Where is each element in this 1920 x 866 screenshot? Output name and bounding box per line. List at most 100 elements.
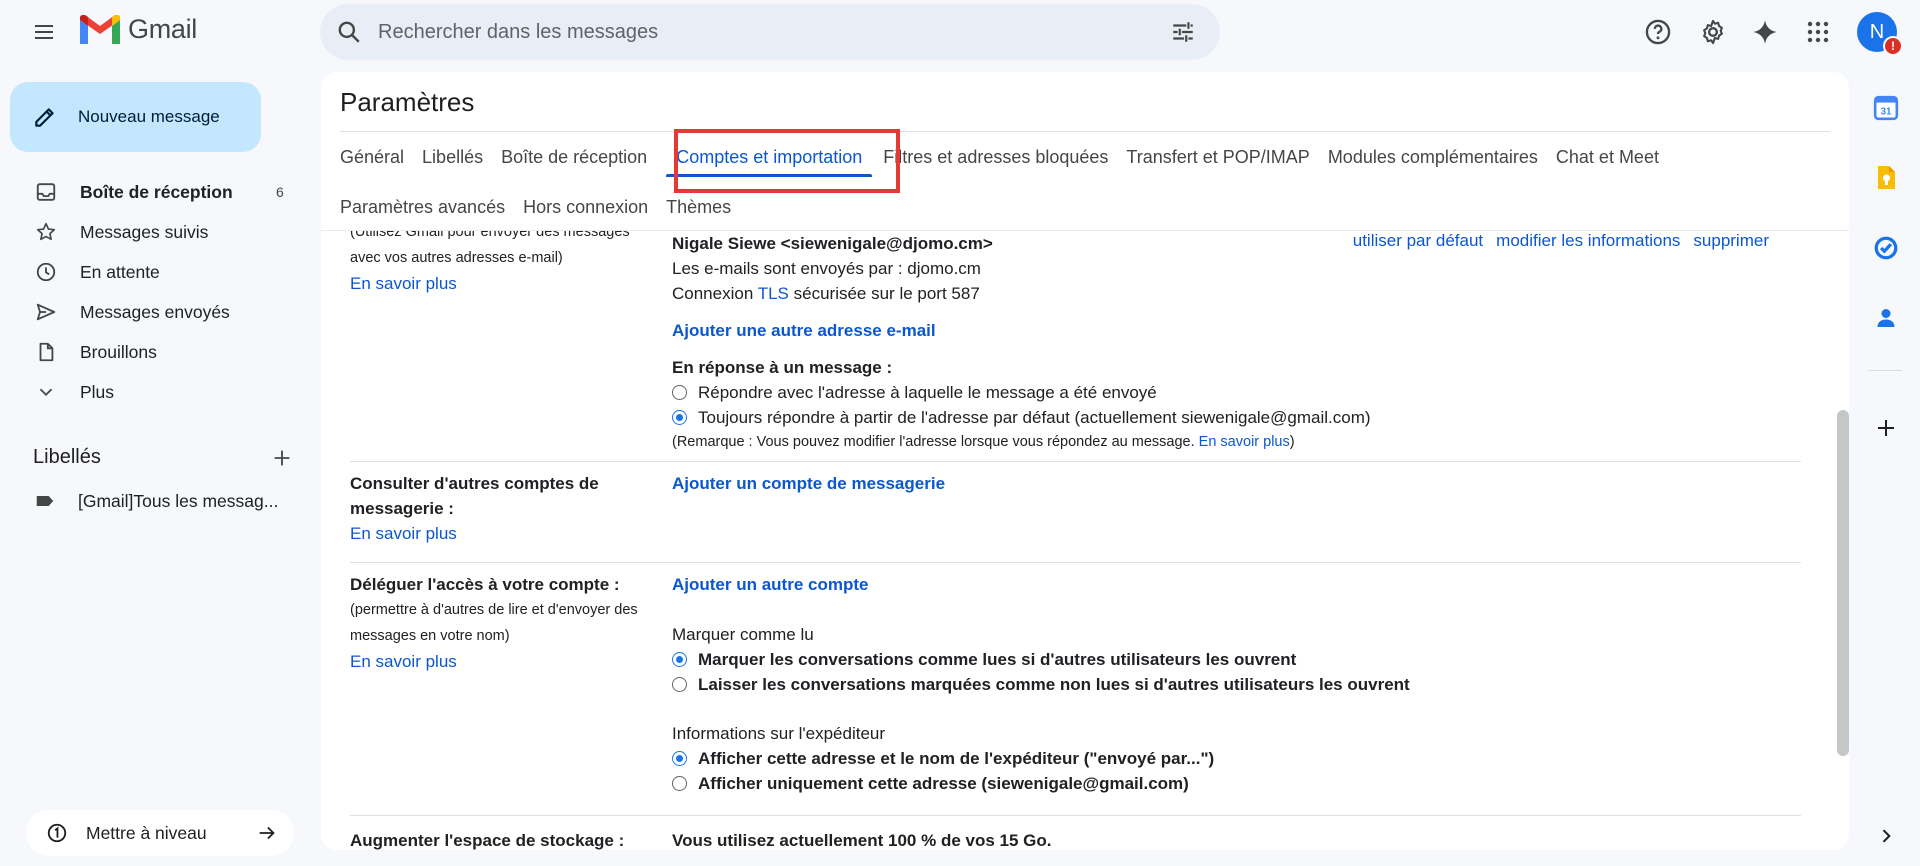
storage-usage: Vous utilisez actuellement 100 % de vos … [672,831,1052,850]
tls-link[interactable]: TLS [758,284,789,303]
delegate-learn-more-link[interactable]: En savoir plus [350,652,457,671]
apps-grid-icon [1807,21,1829,43]
tab-addons[interactable]: Modules complémentaires [1319,137,1547,177]
check-mail-section: Consulter d'autres comptes de messagerie… [350,462,1801,563]
plus-icon [1878,420,1894,436]
send-as-learn-more-link[interactable]: En savoir plus [350,274,457,293]
radio-button-selected[interactable] [672,410,687,425]
storage-title: Augmenter l'espace de stockage : [350,831,625,850]
account-avatar[interactable]: N ! [1857,12,1903,56]
main-menu-button[interactable] [24,12,64,52]
labels-header: Libellés [33,446,293,469]
check-mail-learn-more-link[interactable]: En savoir plus [350,521,650,546]
add-email-address-link[interactable]: Ajouter une autre adresse e-mail [672,321,936,340]
sidebar-item-label: Messages envoyés [80,301,230,322]
chevron-down-icon [39,388,53,397]
tab-accounts-import[interactable]: Comptes et importation [656,137,882,177]
apps-button[interactable] [1798,12,1838,52]
sidebar-item-more[interactable]: Plus [0,372,296,412]
delegate-title: Déléguer l'accès à votre compte : [350,575,620,594]
search-bar[interactable]: Rechercher dans les messages [320,4,1220,60]
sidebar-item-label: Messages suivis [80,221,209,242]
sidebar-item-label: Plus [80,381,115,402]
support-button[interactable] [1638,12,1678,52]
keep-app-button[interactable] [1870,162,1902,194]
star-icon [36,222,56,241]
tab-filters[interactable]: Filtres et adresses bloquées [882,137,1117,177]
connection-prefix: Connexion [672,284,754,303]
show-side-panel-button[interactable] [1870,820,1902,852]
radio-button[interactable] [672,776,687,791]
compose-button[interactable]: Nouveau message [10,82,261,152]
tasks-app-button[interactable] [1870,232,1902,264]
settings-content: (Utilisez Gmail pour envoyer des message… [321,231,1849,850]
sidebar-item-starred[interactable]: Messages suivis [0,212,296,252]
top-bar: Gmail Rechercher dans les messages N ! [0,0,1920,64]
radio-button[interactable] [672,385,687,400]
calendar-icon: 31 [1873,95,1899,121]
delegate-right: Ajouter un autre compte Marquer comme lu… [672,572,1792,796]
gmail-logo[interactable]: Gmail [80,14,197,45]
add-mail-account-link[interactable]: Ajouter un compte de messagerie [672,471,945,496]
connection-suffix: sécurisée sur le port 587 [793,284,980,303]
reply-option-original[interactable]: Répondre avec l'adresse à laquelle le me… [672,380,1792,405]
mark-read-title: Marquer comme lu [672,625,814,644]
send-as-right: Nigale Siewe <siewenigale@djomo.cm> Les … [672,231,1792,454]
get-addons-button[interactable] [1870,412,1902,444]
sparkle-icon [1753,20,1777,44]
sender-option-1[interactable]: Afficher cette adresse et le nom de l'ex… [672,746,1792,771]
tab-offline[interactable]: Hors connexion [514,187,657,227]
rail-divider [1868,370,1902,371]
sidebar-item-label: Boîte de réception [80,181,233,202]
settings-button[interactable] [1693,12,1733,52]
reply-option-default[interactable]: Toujours répondre à partir de l'adresse … [672,405,1792,430]
delete-link[interactable]: supprimer [1693,231,1769,251]
settings-tabs-row-2: Paramètres avancés Hors connexion Thèmes [331,187,740,227]
add-delegate-link[interactable]: Ajouter un autre compte [672,575,868,594]
sender-option-2[interactable]: Afficher uniquement cette adresse (siewe… [672,771,1792,796]
remark-learn-more-link[interactable]: En savoir plus [1199,434,1290,450]
delegate-left: Déléguer l'accès à votre compte : (perme… [350,572,650,674]
search-icon[interactable] [336,19,362,45]
radio-button-selected[interactable] [672,751,687,766]
mark-read-option-2[interactable]: Laisser les conversations marquées comme… [672,672,1792,697]
mark-read-option-1[interactable]: Marquer les conversations comme lues si … [672,647,1792,672]
radio-button[interactable] [672,677,687,692]
search-input[interactable]: Rechercher dans les messages [378,21,1170,44]
tab-general[interactable]: Général [331,137,413,177]
chevron-right-icon [1882,829,1891,843]
storage-section: Augmenter l'espace de stockage : Vous ut… [350,816,1801,850]
sidebar-item-sent[interactable]: Messages envoyés [0,292,296,332]
sidebar-item-inbox[interactable]: Boîte de réception 6 [0,172,296,212]
radio-button-selected[interactable] [672,652,687,667]
contacts-app-button[interactable] [1870,302,1902,334]
use-default-link[interactable]: utiliser par défaut [1353,231,1483,251]
avatar-initial: N [1869,20,1885,43]
sidebar-item-drafts[interactable]: Brouillons [0,332,296,372]
tab-themes[interactable]: Thèmes [657,187,740,227]
tab-forwarding[interactable]: Transfert et POP/IMAP [1117,137,1318,177]
sender-info-title: Informations sur l'expéditeur [672,724,886,743]
label-name: [Gmail]Tous les messag... [78,490,279,511]
tab-labels[interactable]: Libellés [413,137,492,177]
delegate-hint: (permettre à d'autres de lire et d'envoy… [350,602,638,644]
add-label-icon[interactable] [271,447,293,469]
upgrade-label: Mettre à niveau [86,822,207,843]
radio-label: Afficher cette adresse et le nom de l'ex… [698,749,1215,768]
calendar-app-button[interactable]: 31 [1870,92,1902,124]
remark-end: ) [1289,434,1295,450]
tabs-divider [340,131,1830,132]
radio-label: Toujours répondre à partir de l'adresse … [698,408,1371,427]
labels-title: Libellés [33,446,101,468]
sidebar-item-snoozed[interactable]: En attente [0,252,296,292]
tab-chat-meet[interactable]: Chat et Meet [1547,137,1668,177]
scrollbar[interactable] [1837,410,1849,756]
alert-badge: ! [1883,36,1903,56]
edit-info-link[interactable]: modifier les informations [1496,231,1680,251]
sidebar-item-label-all-mail[interactable]: [Gmail]Tous les messag... [34,490,278,512]
upgrade-button[interactable]: Mettre à niveau [26,810,294,856]
search-options-icon[interactable] [1170,19,1196,45]
gemini-button[interactable] [1745,12,1785,52]
tab-inbox[interactable]: Boîte de réception [492,137,656,177]
tab-advanced[interactable]: Paramètres avancés [331,187,514,227]
